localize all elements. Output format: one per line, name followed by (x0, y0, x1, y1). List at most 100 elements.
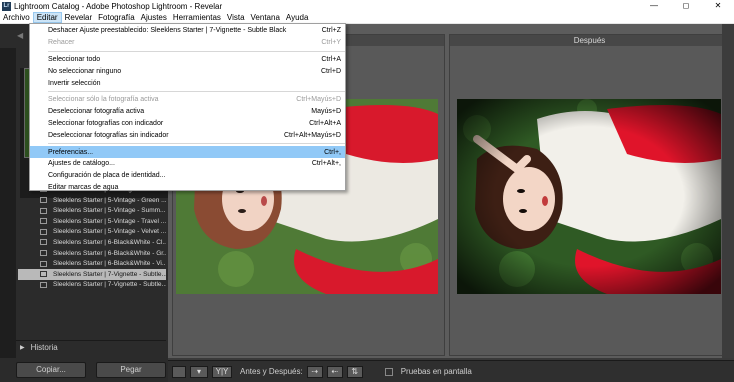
preset-icon (40, 260, 47, 267)
before-after-label: Antes y Después: (240, 367, 303, 376)
menu-item-shortcut: Ctrl+A (321, 55, 341, 63)
edit-menu-item[interactable]: Seleccionar todo Ctrl+A (30, 54, 345, 66)
menu-ajustes[interactable]: Ajustes (138, 12, 170, 23)
menu-item-label: Seleccionar sólo la fotografía activa (48, 96, 159, 104)
edit-menu-item[interactable]: Configuración de placa de identidad... (30, 170, 345, 182)
menu-item-shortcut: Mayús+D (311, 108, 341, 116)
navigator-collapse-icon[interactable]: ◀ (17, 31, 23, 40)
preset-item[interactable]: Sleeklens Starter | 7-Vignette - Subtle.… (18, 268, 166, 280)
history-panel-label: Historia (30, 343, 58, 352)
edit-menu-item[interactable]: No seleccionar ninguno Ctrl+D (30, 65, 345, 77)
edit-menu-item[interactable]: Preferencias... Ctrl+, (30, 146, 345, 158)
soft-proof-checkbox[interactable] (384, 367, 393, 376)
menu-herramientas[interactable]: Herramientas (170, 12, 224, 23)
preset-item[interactable]: Sleeklens Starter | 6-Black&White - Gr..… (18, 248, 166, 259)
bottom-toolbar: ▾ Y|Y Antes y Después: ⇢ ⇠ ⇅ Pruebas en … (168, 360, 734, 382)
copy-before-to-after-icon[interactable]: ⇢ (306, 365, 323, 378)
maximize-icon[interactable]: ◻ (670, 0, 702, 12)
menu-item-label: Deshacer Ajuste preestablecido: Sleeklen… (48, 27, 287, 35)
preset-label: Sleeklens Starter | 6-Black&White - Vi..… (53, 260, 166, 268)
menu-item-label: Seleccionar fotografías con indicador (48, 119, 164, 127)
swap-before-after-icon[interactable]: ⇅ (346, 365, 363, 378)
edit-menu-item[interactable]: Editar marcas de agua (30, 182, 345, 194)
menu-fotografia[interactable]: Fotografía (95, 12, 137, 23)
loupe-view-icon[interactable] (172, 365, 186, 378)
preset-item[interactable]: Sleeklens Starter | 7-Vignette - Subtle.… (18, 280, 166, 291)
menu-item-shortcut: Ctrl+, (324, 148, 341, 156)
paste-button[interactable]: Pegar (96, 362, 166, 378)
copy-after-to-before-icon[interactable]: ⇠ (326, 365, 343, 378)
preset-label: Sleeklens Starter | 5-Vintage - Summ... (53, 207, 166, 215)
menu-ventana[interactable]: Ventana (248, 12, 283, 23)
preset-icon (40, 228, 47, 235)
window-controls: — ◻ ✕ (638, 0, 734, 12)
edit-menu-item[interactable]: Deseleccionar fotografía activa Mayús+D (30, 106, 345, 118)
menu-item-shortcut: Ctrl+Y (321, 39, 341, 47)
menu-item-label: Editar marcas de agua (48, 183, 119, 191)
preset-icon (40, 250, 47, 257)
edit-menu-dropdown: Deshacer Ajuste preestablecido: Sleeklen… (29, 23, 346, 191)
preset-label: Sleeklens Starter | 5-Vintage - Velvet .… (53, 228, 166, 236)
menu-item-label: Preferencias... (48, 148, 94, 156)
menu-item-label: Deseleccionar fotografías sin indicador (48, 131, 169, 139)
after-photo[interactable] (457, 99, 721, 294)
edit-menu-item[interactable]: Invertir selección (30, 77, 345, 89)
preset-label: Sleeklens Starter | 5-Vintage - Green ..… (53, 196, 166, 204)
preset-item[interactable]: Sleeklens Starter | 6-Black&White - Vi..… (18, 258, 166, 269)
preset-icon (40, 281, 47, 288)
soft-proof-label: Pruebas en pantalla (400, 367, 472, 376)
edit-menu-item[interactable]: Seleccionar fotografías con indicador Ctr… (30, 118, 345, 130)
preset-item[interactable]: Sleeklens Starter | 5-Vintage - Velvet .… (18, 227, 166, 238)
close-icon[interactable]: ✕ (702, 0, 734, 12)
preset-label: Sleeklens Starter | 5-Vintage - Travel .… (53, 217, 166, 225)
before-after-mode-icon[interactable]: ▾ (190, 365, 208, 378)
edit-menu-item[interactable]: Deseleccionar fotografías sin indicador C… (30, 129, 345, 141)
window-title: Lightroom Catalog - Adobe Photoshop Ligh… (14, 1, 223, 11)
menu-vista[interactable]: Vista (224, 12, 248, 23)
preset-label: Sleeklens Starter | 6-Black&White - Cl..… (53, 238, 166, 246)
menu-item-shortcut: Ctrl+D (320, 67, 341, 75)
menu-item-label: No seleccionar ninguno (48, 67, 122, 75)
menu-item-shortcut: Ctrl+Mayús+D (296, 96, 341, 104)
copy-button[interactable]: Copiar... (16, 362, 86, 378)
preset-icon (40, 207, 47, 214)
menu-item-shortcut: Ctrl+Alt+A (309, 119, 341, 127)
after-photo-image (457, 99, 721, 294)
preset-icon (40, 271, 47, 278)
preset-label: Sleeklens Starter | 7-Vignette - Subtle.… (53, 270, 166, 278)
history-panel-header[interactable]: ▶ Historia (16, 340, 166, 354)
preset-item[interactable]: Sleeklens Starter | 5-Vintage - Summ... (18, 205, 166, 216)
edit-menu-item[interactable]: Ajustes de catálogo... Ctrl+Alt+, (30, 158, 345, 170)
menu-item-shortcut: Ctrl+Alt+Mayús+D (284, 131, 341, 139)
edit-menu-item: Seleccionar sólo la fotografía activa Ctr… (30, 94, 345, 106)
menu-item-label: Ajustes de catálogo... (48, 160, 115, 168)
lightroom-app-icon: Lr (2, 1, 11, 11)
menu-item-label: Invertir selección (48, 79, 101, 87)
menu-item-shortcut: Ctrl+Alt+, (311, 160, 341, 168)
preset-icon (40, 239, 47, 246)
preset-label: Sleeklens Starter | 6-Black&White - Gr..… (53, 249, 166, 257)
menu-revelar[interactable]: Revelar (62, 12, 96, 23)
menu-item-label: Deseleccionar fotografía activa (48, 108, 145, 116)
menu-item-label: Seleccionar todo (48, 55, 101, 63)
minimize-icon[interactable]: — (638, 0, 670, 12)
preset-label: Sleeklens Starter | 7-Vignette - Subtle.… (53, 281, 166, 289)
edit-menu-item: Rehacer Ctrl+Y (30, 37, 345, 49)
right-panel-edge (722, 24, 734, 358)
title-bar: Lr Lightroom Catalog - Adobe Photoshop L… (0, 0, 734, 12)
preset-icon (40, 218, 47, 225)
menu-archivo[interactable]: Archivo (0, 12, 33, 23)
menu-ayuda[interactable]: Ayuda (283, 12, 312, 23)
menu-editar[interactable]: Editar (32, 12, 62, 23)
menu-item-label: Configuración de placa de identidad... (48, 172, 166, 180)
before-after-yy-button[interactable]: Y|Y (212, 365, 232, 378)
after-pane: Después (449, 34, 730, 356)
preset-icon (40, 197, 47, 204)
edit-menu-item[interactable]: Deshacer Ajuste preestablecido: Sleeklen… (30, 25, 345, 37)
preset-item[interactable]: Sleeklens Starter | 5-Vintage - Green ..… (18, 195, 166, 206)
expand-arrow-icon: ▶ (20, 345, 25, 351)
menu-item-shortcut: Ctrl+Z (321, 27, 341, 35)
copy-paste-buttons: Copiar... Pegar (16, 362, 166, 380)
preset-item[interactable]: Sleeklens Starter | 5-Vintage - Travel .… (18, 216, 166, 227)
preset-item[interactable]: Sleeklens Starter | 6-Black&White - Cl..… (18, 237, 166, 248)
